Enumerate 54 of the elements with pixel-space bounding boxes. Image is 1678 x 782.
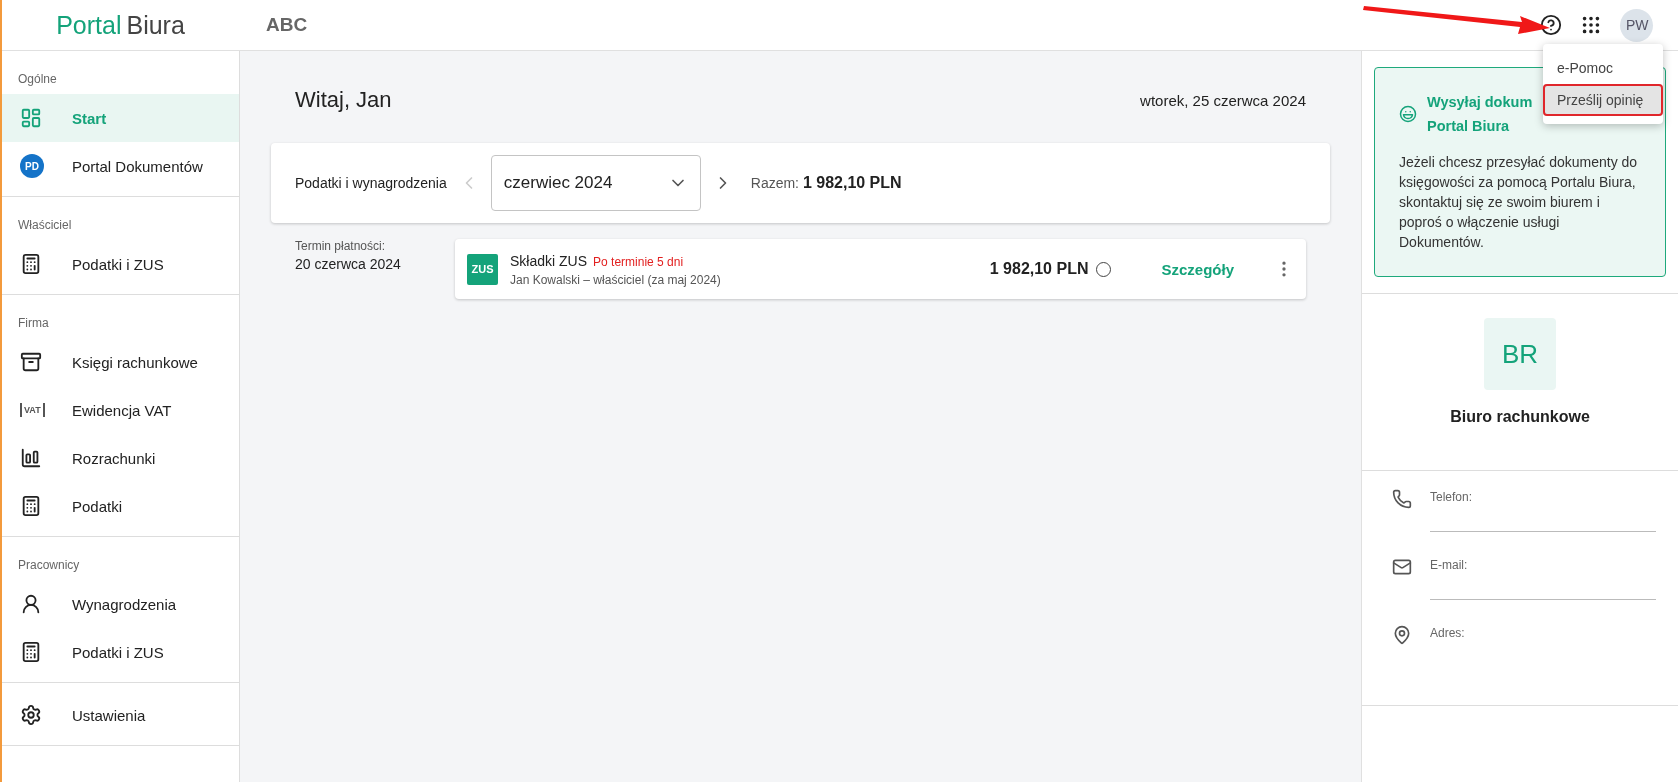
section-title: Właściciel bbox=[17, 217, 73, 234]
contact-label: Telefon: bbox=[1430, 490, 1473, 504]
apps-grid-icon[interactable] bbox=[1580, 14, 1602, 36]
nav-item[interactable]: Księgi rachunkowe bbox=[2, 338, 239, 386]
nav-item[interactable]: Rozrachunki bbox=[2, 434, 239, 482]
calculator-icon bbox=[20, 641, 42, 663]
user-avatar[interactable]: PW bbox=[1620, 8, 1653, 42]
menu-item[interactable]: e-Pomoc bbox=[1543, 52, 1663, 84]
office-name: Biuro rachunkowe bbox=[1450, 408, 1590, 426]
nav-item[interactable]: Ustawienia bbox=[2, 691, 239, 739]
due-date: 20 czerwca 2024 bbox=[295, 256, 402, 272]
calculator-icon bbox=[20, 495, 42, 517]
overdue-status: Po terminie 5 dni bbox=[593, 254, 684, 269]
greeting: Witaj, Jan bbox=[295, 87, 392, 113]
nav-item[interactable]: Podatki i ZUS bbox=[2, 240, 239, 288]
menu-item[interactable]: Prześlij opinię bbox=[1543, 84, 1663, 116]
period-select[interactable]: czerwiec 2024 bbox=[490, 155, 701, 211]
help-icon[interactable] bbox=[1540, 14, 1562, 36]
banner-title: Wysyłaj dokum bbox=[1427, 93, 1533, 112]
office-avatar: BR bbox=[1484, 318, 1556, 390]
pd-badge: PD bbox=[20, 154, 44, 178]
cabinet-icon bbox=[20, 351, 42, 373]
filter-label: Podatki i wynagrodzenia bbox=[295, 175, 447, 191]
vat-tag: VAT bbox=[20, 403, 45, 417]
section-title: Pracownicy bbox=[17, 557, 81, 574]
nav-item[interactable]: PD Portal Dokumentów bbox=[2, 142, 239, 190]
smiley-icon bbox=[1399, 105, 1417, 123]
phone-icon bbox=[1392, 489, 1412, 509]
nav-item[interactable]: Podatki bbox=[2, 482, 239, 530]
dashboard-icon bbox=[20, 107, 42, 129]
contact-label: Adres: bbox=[1430, 626, 1465, 640]
user-icon bbox=[20, 593, 42, 615]
location-icon bbox=[1392, 625, 1412, 645]
payment-subtitle: Jan Kowalski – właściciel (za maj 2024) bbox=[510, 272, 722, 287]
date: wtorek, 25 czerwca 2024 bbox=[1140, 91, 1306, 109]
due-label: Termin płatności: bbox=[295, 239, 387, 253]
company-name: ABC bbox=[266, 14, 308, 36]
section-title: Firma bbox=[17, 315, 50, 332]
nav-item[interactable]: Wynagrodzenia bbox=[2, 580, 239, 628]
total: Razem: 1 982,10 PLN bbox=[750, 174, 902, 192]
nav-item[interactable]: Podatki i ZUS bbox=[2, 628, 239, 676]
settings-icon bbox=[20, 704, 42, 726]
section-title: Ogólne bbox=[17, 71, 58, 88]
zus-badge: ZUS bbox=[467, 253, 498, 285]
calculator-icon bbox=[20, 253, 42, 275]
logo: Portal Biura bbox=[55, 10, 186, 40]
payment-title: Składki ZUS bbox=[510, 252, 588, 269]
bar-chart-icon bbox=[20, 447, 42, 469]
payment-amount: 1 982,10 PLN bbox=[989, 260, 1089, 278]
mail-icon bbox=[1392, 557, 1412, 577]
banner-text: Jeżeli chcesz przesyłać dokumenty do księgowości za pomocą Portalu Biura, skontaktuj się ze swoim biurem i poproś o włączenie usługi Dokumentów. bbox=[1399, 153, 1639, 252]
banner-title: Portal Biura bbox=[1427, 117, 1511, 136]
contact-label: E-mail: bbox=[1430, 558, 1468, 572]
nav-item[interactable]: VAT Ewidencja VAT bbox=[2, 386, 239, 434]
